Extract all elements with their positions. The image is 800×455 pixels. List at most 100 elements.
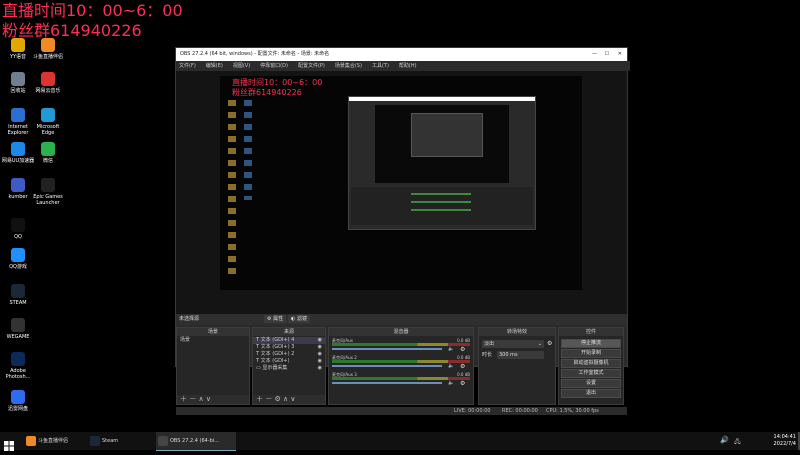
desktop-icon[interactable]: YY语音 [1,38,35,60]
volume-slider[interactable] [332,348,442,350]
track-db: 0.0 dB [457,372,470,377]
desktop-icon[interactable]: 网易UU加速器 [1,142,35,164]
taskbar: 斗鱼直播伴侣 Steam OBS 27.2.4 (64-bi... 🔊 🖧 14:0… [0,432,800,451]
source-label: 文本 (GDI+) 2 [260,351,295,357]
desktop-icon-label: STEAM [9,300,27,306]
speaker-icon[interactable]: 🔈 [448,346,454,352]
control-button[interactable]: 启动虚拟摄像机 [561,359,621,368]
desktop-icon[interactable]: 迅雷网盘 [1,390,35,412]
track-name: 麦克风/Aux [332,338,353,343]
move-up-button[interactable]: ∧ [198,395,203,403]
desktop-icon[interactable]: 斗鱼直播伴侣 [31,38,65,60]
source-item[interactable]: T 文本 (GDI+) 3 ◉ [253,344,325,351]
eye-icon[interactable]: ◉ [318,358,322,365]
eye-icon[interactable]: ◉ [318,337,322,344]
menu-item[interactable]: 编辑(E) [206,63,223,69]
obs-preview[interactable]: 直播时间10：00~6：00 粉丝群614940226 [176,71,627,314]
taskbar-clock[interactable]: 14:04:41 2022/7/4 [774,434,796,448]
remove-scene-button[interactable]: － [189,395,196,403]
obs-titlebar: OBS 27.2.4 (64 bit, windows) - 配置文件: 未命名… [176,48,627,61]
desktop-icon-label: Microsoft Edge [36,124,60,136]
eye-icon[interactable]: ◉ [318,365,322,372]
volume-icon[interactable]: 🔊 [720,436,729,444]
move-down-button[interactable]: ∨ [206,395,211,403]
desktop-icon-label: Adobe Photosh... [5,368,31,380]
add-scene-button[interactable]: ＋ [180,395,187,403]
volume-slider[interactable] [332,365,442,367]
controls-buttons: 停止推流 开始录制 启动虚拟摄像机 工作室模式 设置 退出 [559,338,623,399]
desktop-icon[interactable]: STEAM [1,284,35,306]
obs-statusbar: LIVE: 00:00:00 REC: 00:00:00 CPU: 1.5%, … [176,407,627,415]
app-icon [158,436,168,446]
menu-item[interactable]: 文件(F) [179,63,196,69]
desktop-icon[interactable]: kumber [1,178,35,200]
gear-icon[interactable]: ⚙ [460,380,465,387]
move-down-button[interactable]: ∨ [290,395,295,403]
desktop-icon[interactable]: 回收站 [1,72,35,94]
menu-item[interactable]: 场景集合(S) [335,63,362,69]
desktop-icon[interactable]: 微信 [31,142,65,164]
scene-item[interactable]: 场景 [177,337,249,344]
properties-button[interactable]: ⚙ 属性 [264,315,287,323]
app-icon [11,142,25,156]
close-button[interactable]: ✕ [618,48,622,61]
menu-item[interactable]: 帮助(H) [399,63,417,69]
desktop-icon-label: QQ游戏 [9,264,27,270]
desktop-icon-label: YY语音 [9,54,27,60]
control-button[interactable]: 工作室模式 [561,369,621,378]
desktop-icon-label: 网易云音乐 [35,88,61,94]
eye-icon[interactable]: ◉ [318,344,322,351]
gear-icon[interactable]: ⚙ [460,346,465,353]
control-button[interactable]: 退出 [561,389,621,398]
menu-item[interactable]: 视图(V) [233,63,250,69]
menu-item[interactable]: 停靠窗口(D) [260,63,288,69]
source-item[interactable]: T 文本 (GDI+) ◉ [253,358,325,365]
desktop-icon[interactable]: Internet Explorer [1,108,35,136]
transition-settings-icon[interactable]: ⚙ [547,340,552,348]
maximize-button[interactable]: ☐ [605,48,609,61]
desktop-icon[interactable]: Microsoft Edge [31,108,65,136]
stream-schedule-overlay: 直播时间10：00~6：00 [2,1,183,20]
desktop-icon[interactable]: 网易云音乐 [31,72,65,94]
duration-input[interactable]: 300 ms [497,351,544,359]
speaker-icon[interactable]: 🔈 [448,380,454,386]
source-item[interactable]: T 文本 (GDI+) 2 ◉ [253,351,325,358]
desktop-icon[interactable]: QQ [1,218,35,240]
app-icon [41,178,55,192]
gear-icon[interactable]: ⚙ [460,363,465,370]
control-button[interactable]: 开始录制 [561,349,621,358]
desktop-icon[interactable]: Adobe Photosh... [1,352,35,380]
obs-menubar: 文件(F) 编辑(E) 视图(V) 停靠窗口(D) 配置文件(P) 场景集合(S) 工具(T… [176,61,630,71]
controls-dock-title: 控件 [559,328,623,336]
volume-slider[interactable] [332,382,442,384]
desktop-icon[interactable]: WEGAME [1,318,35,340]
no-source-label: 未选择源 [179,316,200,322]
source-settings-icon[interactable]: ⚙ [274,395,280,403]
eye-icon[interactable]: ◉ [318,351,322,358]
windows-start-icon[interactable] [4,436,14,451]
preview-canvas: 直播时间10：00~6：00 粉丝群614940226 [220,76,582,290]
menu-item[interactable]: 配置文件(P) [298,63,325,69]
taskbar-app[interactable]: 斗鱼直播伴侣 [24,432,98,450]
minimize-button[interactable]: — [592,48,597,61]
network-icon[interactable]: 🖧 [734,437,741,447]
source-item[interactable]: ▭ 显示器采集 ◉ [253,365,325,372]
move-up-button[interactable]: ∧ [283,395,288,403]
transition-select[interactable]: 淡出 ⌄ [482,340,544,348]
taskbar-app[interactable]: Steam [88,432,162,450]
desktop-icon-label: kumber [8,194,28,200]
menu-item[interactable]: 工具(T) [372,63,389,69]
add-source-button[interactable]: ＋ [256,395,263,403]
control-button[interactable]: 设置 [561,379,621,388]
desktop-icon[interactable]: QQ游戏 [1,248,35,270]
source-item[interactable]: T 文本 (GDI+) 4 ◉ [253,337,325,344]
control-button[interactable]: 停止推流 [561,339,621,348]
taskbar-app[interactable]: OBS 27.2.4 (64-bi... [156,432,236,451]
app-icon [11,284,25,298]
source-control-bar: 未选择源 ⚙ 属性 ◐ 滤镜 [176,314,627,325]
remove-source-button[interactable]: － [265,395,272,403]
speaker-icon[interactable]: 🔈 [448,363,454,369]
filters-button[interactable]: ◐ 滤镜 [288,315,310,323]
desktop-icon[interactable]: Epic Games Launcher [31,178,65,206]
source-label: 文本 (GDI+) 3 [260,344,295,350]
